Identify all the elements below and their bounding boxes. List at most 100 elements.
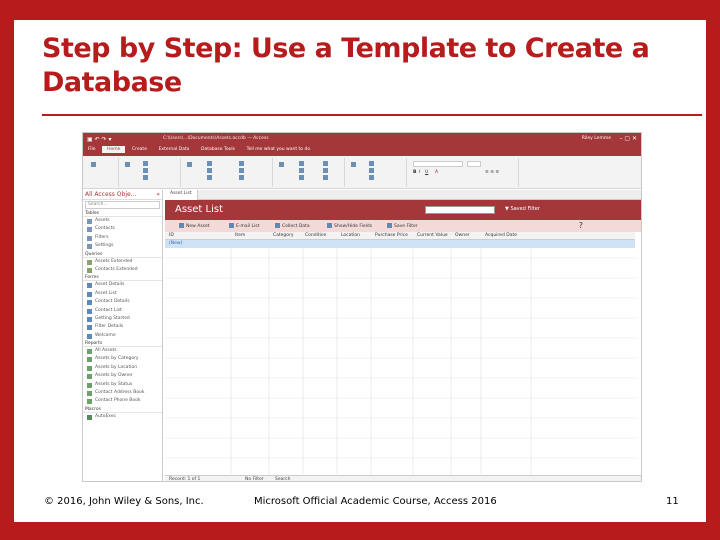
nav-search-input[interactable]: Search... — [85, 201, 160, 209]
collapse-icon[interactable]: « — [156, 191, 160, 198]
refresh-icon — [279, 162, 284, 167]
help-icon[interactable]: ? — [579, 221, 583, 230]
tab-external-data[interactable]: External Data — [154, 146, 195, 153]
nav-table-item[interactable]: Filters — [83, 234, 162, 242]
tab-database-tools[interactable]: Database Tools — [196, 146, 240, 153]
nav-item-label: Filter Details — [95, 324, 124, 330]
user-name[interactable]: Riley Lemme — [582, 136, 611, 141]
nav-form-item[interactable]: Welcome — [83, 332, 162, 340]
nav-table-item[interactable]: Contacts — [83, 225, 162, 233]
nav-pane-header[interactable]: All Access Obje... « — [83, 190, 162, 200]
column-header[interactable]: ID — [169, 233, 174, 238]
button-label: E-mail List — [236, 224, 260, 229]
toggle-filter-button[interactable] — [239, 175, 246, 181]
font-name-dropdown[interactable] — [413, 161, 463, 167]
new-asset-button[interactable]: New Asset — [179, 223, 210, 229]
descending-button[interactable] — [207, 168, 214, 174]
table-row[interactable]: (New) — [165, 240, 635, 248]
tell-me-box[interactable]: Tell me what you want to do — [242, 146, 316, 153]
nav-report-item[interactable]: Assets by Status — [83, 381, 162, 389]
title-divider — [42, 114, 702, 116]
format-painter-button[interactable] — [143, 175, 150, 181]
nav-query-item[interactable]: Assets Extended — [83, 258, 162, 266]
nav-report-item[interactable]: Assets by Category — [83, 355, 162, 363]
nav-form-item[interactable]: Getting Started — [83, 315, 162, 323]
refresh-all-button[interactable] — [279, 162, 286, 168]
record-search[interactable]: Search — [275, 477, 290, 481]
replace-button[interactable] — [369, 161, 376, 167]
form-title: Asset List — [175, 204, 223, 215]
window-controls[interactable]: – ▢ ✕ — [619, 135, 637, 142]
column-header[interactable]: Location — [341, 233, 360, 238]
nav-table-item[interactable]: Assets — [83, 217, 162, 225]
column-header[interactable]: Current Value — [417, 233, 448, 238]
font-color-button[interactable]: A — [435, 170, 438, 175]
goto-button[interactable] — [369, 168, 376, 174]
remove-sort-button[interactable] — [207, 175, 214, 181]
email-list-button[interactable]: E-mail List — [229, 223, 259, 229]
nav-category-macros[interactable]: Macros — [83, 406, 162, 413]
quick-access-toolbar[interactable]: ▣ ↶ ↷ ▾ — [87, 136, 111, 143]
view-button[interactable] — [91, 162, 98, 168]
nav-macro-item[interactable]: AutoExec — [83, 413, 162, 421]
cut-button[interactable] — [143, 161, 150, 167]
column-header[interactable]: Purchase Price — [375, 233, 408, 238]
nav-category-reports[interactable]: Reports — [83, 340, 162, 348]
show-hide-fields-button[interactable]: Show/Hide Fields — [327, 223, 372, 229]
nav-form-item[interactable]: Contact Details — [83, 298, 162, 306]
advanced-button[interactable] — [239, 168, 246, 174]
totals-button[interactable] — [323, 161, 330, 167]
nav-query-item[interactable]: Contacts Extended — [83, 266, 162, 274]
more-button[interactable] — [323, 175, 330, 181]
doc-tab-asset-list[interactable]: Asset List — [165, 190, 198, 200]
navigation-pane: All Access Obje... « Search... Tables As… — [83, 190, 163, 481]
sort-ascending-icon — [207, 161, 212, 166]
save-record-button[interactable] — [299, 168, 306, 174]
form-search-input[interactable] — [425, 206, 495, 214]
column-header[interactable]: Condition — [305, 233, 326, 238]
nav-table-item[interactable]: Settings — [83, 242, 162, 250]
italic-button[interactable]: I — [419, 170, 420, 175]
copy-button[interactable] — [143, 168, 150, 174]
tab-file[interactable]: File — [83, 146, 101, 153]
nav-category-forms[interactable]: Forms — [83, 274, 162, 282]
select-button[interactable] — [369, 175, 376, 181]
form-icon — [87, 308, 92, 314]
nav-report-item[interactable]: All Assets — [83, 347, 162, 355]
font-size-dropdown[interactable] — [467, 161, 481, 167]
nav-category-queries[interactable]: Queries — [83, 251, 162, 258]
nav-form-item[interactable]: Asset List — [83, 290, 162, 298]
nav-report-item[interactable]: Contact Address Book — [83, 389, 162, 397]
nav-report-item[interactable]: Assets by Owner — [83, 372, 162, 380]
column-header[interactable]: Acquired Date — [485, 233, 517, 238]
column-header[interactable]: Owner — [455, 233, 470, 238]
filter-button[interactable] — [187, 162, 194, 168]
ascending-button[interactable] — [207, 161, 214, 167]
collect-data-button[interactable]: Collect Data — [275, 223, 310, 229]
nav-form-item[interactable]: Asset Details — [83, 281, 162, 289]
selection-button[interactable] — [239, 161, 246, 167]
nav-report-item[interactable]: Assets by Location — [83, 364, 162, 372]
bold-button[interactable]: B — [413, 170, 416, 175]
nav-form-item[interactable]: Contact List — [83, 307, 162, 315]
save-filter-button[interactable]: Save Filter — [387, 223, 418, 229]
column-header[interactable]: Item — [235, 233, 245, 238]
filter-icon — [187, 162, 192, 167]
align-buttons[interactable]: ≡ ≡ ≡ — [485, 170, 499, 175]
no-filter-indicator[interactable]: No Filter — [245, 477, 264, 481]
delete-record-button[interactable] — [299, 175, 306, 181]
nav-category-tables[interactable]: Tables — [83, 210, 162, 217]
tab-create[interactable]: Create — [127, 146, 152, 153]
saved-filter-dropdown[interactable]: ▼ Saved Filter — [505, 206, 540, 212]
new-record-button[interactable] — [299, 161, 306, 167]
paste-button[interactable] — [125, 162, 132, 168]
select-icon — [369, 175, 374, 180]
underline-button[interactable]: U — [425, 170, 428, 175]
find-button[interactable] — [351, 162, 358, 168]
nav-form-item[interactable]: Filter Details — [83, 323, 162, 331]
nav-report-item[interactable]: Contact Phone Book — [83, 397, 162, 405]
new-record-cell[interactable]: (New) — [169, 241, 182, 246]
spelling-button[interactable] — [323, 168, 330, 174]
column-header[interactable]: Category — [273, 233, 294, 238]
tab-home[interactable]: Home — [102, 146, 126, 153]
